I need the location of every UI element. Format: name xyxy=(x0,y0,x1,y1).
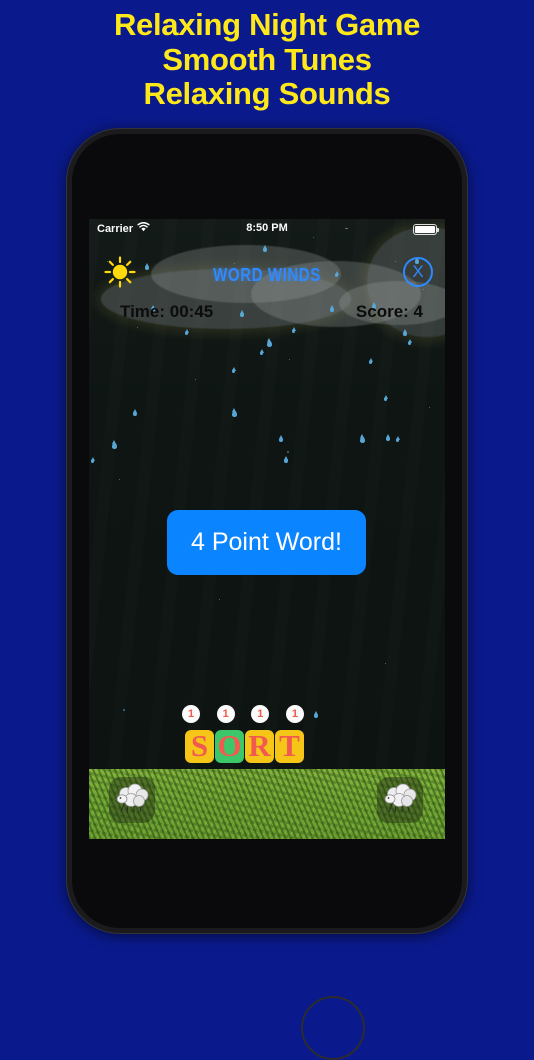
letter-tile[interactable]: O xyxy=(215,730,244,763)
raindrop-icon xyxy=(279,437,283,442)
raindrop-icon xyxy=(360,437,365,443)
point-word-button[interactable]: 4 Point Word! xyxy=(167,510,366,575)
word-tiles: S O R T xyxy=(185,730,305,763)
phone-screen: Carrier 8:50 PM WORD WINDS X Time: 00:45… xyxy=(89,219,445,839)
close-circle-icon[interactable]: X xyxy=(403,257,433,287)
letter-tile[interactable]: S xyxy=(185,730,214,763)
rain-speck xyxy=(123,709,125,711)
promo-line-3: Relaxing Sounds xyxy=(143,76,391,112)
letter-score-badges: 1 1 1 1 xyxy=(182,705,304,723)
hud-score: Score: 4 xyxy=(355,302,423,321)
status-bar: Carrier 8:50 PM xyxy=(89,219,445,239)
raindrop-icon xyxy=(403,331,407,336)
sheep-icon[interactable] xyxy=(111,781,153,815)
page-title: WORD WINDS xyxy=(213,265,321,286)
sheep-icon[interactable] xyxy=(379,781,421,815)
letter-score-badge: 1 xyxy=(182,705,200,723)
raindrop-icon xyxy=(263,247,267,252)
promo-line-1: Relaxing Night Game xyxy=(113,7,421,42)
raindrop-icon xyxy=(232,369,235,373)
home-button-icon[interactable] xyxy=(301,996,365,1060)
raindrop-icon xyxy=(330,307,334,312)
hud-timer: Time: 00:45 xyxy=(120,302,214,321)
raindrop-icon xyxy=(267,341,272,347)
letter-score-badge: 1 xyxy=(285,705,304,723)
promo-line-2: Smooth Tunes xyxy=(162,41,372,77)
promo-headline: Relaxing Night Game Smooth Tunes Relaxin… xyxy=(0,7,534,112)
raindrop-icon xyxy=(133,411,137,416)
raindrop-icon xyxy=(232,411,237,417)
raindrop-icon xyxy=(314,713,318,718)
raindrop-icon xyxy=(240,312,244,317)
letter-tile[interactable]: T xyxy=(275,730,304,763)
letter-score-badge: 1 xyxy=(251,705,270,723)
raindrop-icon xyxy=(112,443,117,449)
status-time: 8:50 PM xyxy=(246,222,288,234)
letter-tile[interactable]: R xyxy=(245,730,274,763)
letter-score-badge: 1 xyxy=(216,705,235,723)
grass-field xyxy=(89,769,445,839)
raindrop-icon xyxy=(284,458,288,463)
battery-full-icon xyxy=(413,224,439,235)
